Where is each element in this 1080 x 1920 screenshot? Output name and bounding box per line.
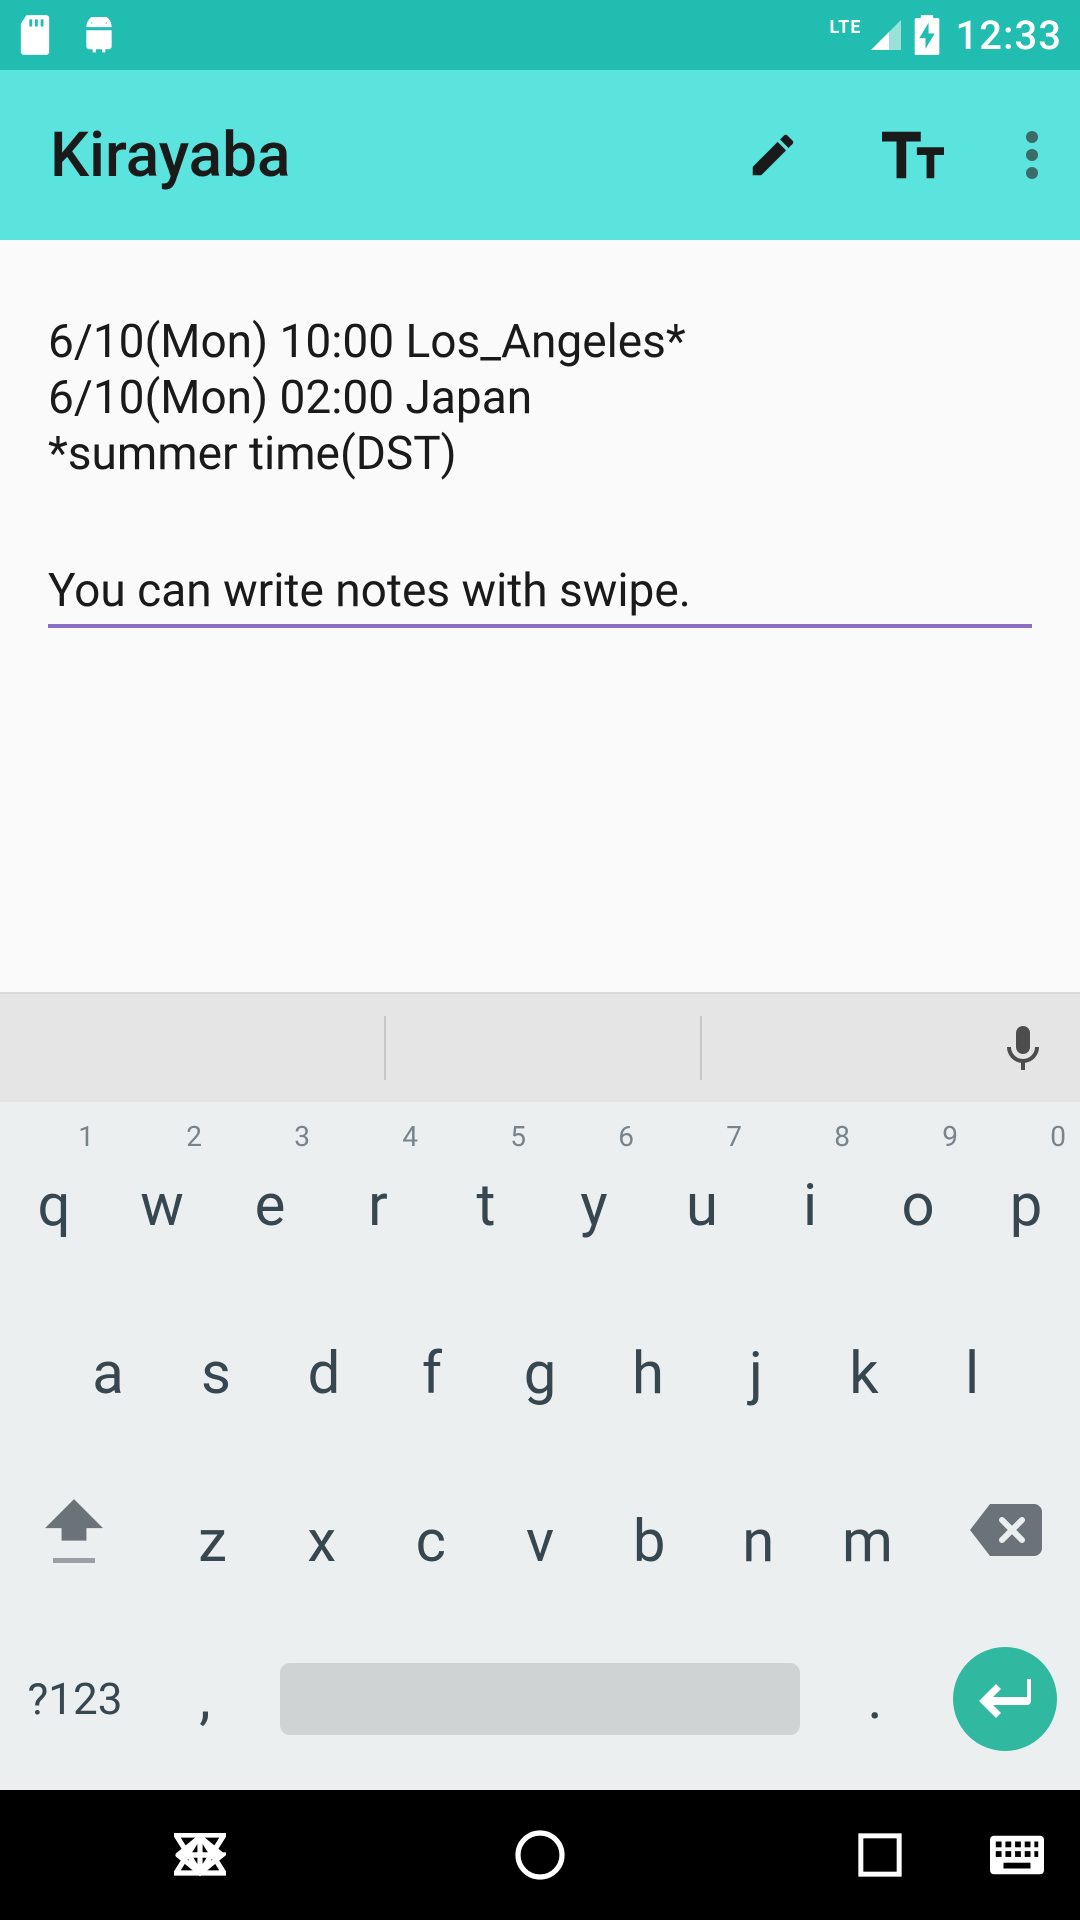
key-m[interactable]: m: [813, 1446, 922, 1614]
back-button[interactable]: [100, 1833, 300, 1877]
key-hint: 9: [942, 1120, 958, 1153]
key-hint: 6: [618, 1120, 634, 1153]
key-z[interactable]: z: [158, 1446, 267, 1614]
key-label: r: [368, 1172, 388, 1240]
android-icon: [80, 17, 118, 53]
app-bar: Kirayaba: [0, 70, 1080, 240]
status-bar: LTE 12:33: [0, 0, 1080, 70]
home-button[interactable]: [440, 1829, 640, 1881]
key-n[interactable]: n: [704, 1446, 813, 1614]
key-hint: 7: [726, 1120, 742, 1153]
key-label: h: [632, 1340, 664, 1408]
key-a[interactable]: a: [54, 1278, 162, 1446]
note-input[interactable]: [48, 564, 1032, 628]
key-label: a: [92, 1340, 124, 1408]
recent-apps-button[interactable]: [780, 1832, 980, 1878]
lte-label: LTE: [829, 17, 861, 38]
text-size-icon[interactable]: [882, 130, 944, 180]
shift-key[interactable]: [14, 1446, 134, 1614]
key-j[interactable]: j: [702, 1278, 810, 1446]
note-line: 6/10(Mon) 10:00 Los_Angeles*: [48, 314, 1032, 370]
battery-charging-icon: [914, 15, 940, 55]
note-line: 6/10(Mon) 02:00 Japan: [48, 370, 1032, 426]
key-f[interactable]: f: [378, 1278, 486, 1446]
divider: [384, 1016, 386, 1080]
key-label: m: [842, 1508, 893, 1576]
comma-key[interactable]: ,: [150, 1614, 260, 1784]
signal-icon: [868, 17, 904, 53]
key-label: w: [140, 1172, 184, 1240]
key-label: e: [255, 1172, 286, 1240]
key-label: b: [633, 1508, 666, 1576]
divider: [700, 1016, 702, 1080]
key-label: j: [749, 1340, 763, 1408]
key-o[interactable]: o9: [864, 1110, 972, 1278]
key-label: c: [416, 1508, 446, 1576]
key-b[interactable]: b: [595, 1446, 704, 1614]
backspace-key[interactable]: [946, 1446, 1066, 1614]
key-k[interactable]: k: [810, 1278, 918, 1446]
space-key[interactable]: [260, 1614, 820, 1784]
keyboard-suggestion-bar: [0, 992, 1080, 1102]
navigation-bar: [0, 1790, 1080, 1920]
note-line: *summer time(DST): [48, 426, 1032, 482]
key-q[interactable]: q1: [0, 1110, 108, 1278]
key-y[interactable]: y6: [540, 1110, 648, 1278]
key-h[interactable]: h: [594, 1278, 702, 1446]
key-r[interactable]: r4: [324, 1110, 432, 1278]
key-label: q: [38, 1172, 71, 1240]
key-g[interactable]: g: [486, 1278, 594, 1446]
key-label: y: [580, 1172, 607, 1240]
key-label: k: [849, 1340, 878, 1408]
key-label: u: [686, 1172, 718, 1240]
overflow-menu-icon[interactable]: [1026, 130, 1038, 180]
key-hint: 2: [186, 1120, 202, 1153]
key-s[interactable]: s: [162, 1278, 270, 1446]
key-t[interactable]: t5: [432, 1110, 540, 1278]
edit-icon[interactable]: [746, 128, 800, 182]
key-label: p: [1010, 1172, 1043, 1240]
suggestion-slot[interactable]: [0, 994, 360, 1102]
key-hint: 5: [510, 1120, 526, 1153]
key-x[interactable]: x: [267, 1446, 376, 1614]
app-title: Kirayaba: [50, 119, 290, 192]
key-w[interactable]: w2: [108, 1110, 216, 1278]
key-hint: 3: [294, 1120, 310, 1153]
key-label: s: [201, 1340, 231, 1408]
key-hint: 8: [834, 1120, 850, 1153]
key-label: z: [198, 1508, 227, 1576]
symbols-key[interactable]: ?123: [0, 1614, 150, 1784]
key-l[interactable]: l: [918, 1278, 1026, 1446]
key-c[interactable]: c: [376, 1446, 485, 1614]
key-v[interactable]: v: [485, 1446, 594, 1614]
key-label: l: [965, 1340, 979, 1408]
microphone-icon[interactable]: [1006, 1026, 1040, 1074]
key-e[interactable]: e3: [216, 1110, 324, 1278]
note-text: 6/10(Mon) 10:00 Los_Angeles* 6/10(Mon) 0…: [48, 314, 1032, 482]
key-label: n: [742, 1508, 774, 1576]
note-content-area: 6/10(Mon) 10:00 Los_Angeles* 6/10(Mon) 0…: [0, 240, 1080, 992]
key-hint: 4: [402, 1120, 418, 1153]
soft-keyboard: q1w2e3r4t5y6u7i8o9p0 asdfghjkl zxcvbnm ?…: [0, 1102, 1080, 1790]
key-p[interactable]: p0: [972, 1110, 1080, 1278]
sd-card-icon: [18, 15, 52, 55]
key-hint: 0: [1050, 1120, 1066, 1153]
clock-text: 12:33: [956, 12, 1062, 59]
enter-key[interactable]: [930, 1614, 1080, 1784]
key-d[interactable]: d: [270, 1278, 378, 1446]
key-u[interactable]: u7: [648, 1110, 756, 1278]
key-label: g: [524, 1340, 557, 1408]
key-label: o: [901, 1172, 934, 1240]
period-key[interactable]: .: [820, 1614, 930, 1784]
key-label: f: [422, 1340, 442, 1408]
keyboard-switcher-icon[interactable]: [990, 1835, 1044, 1875]
key-label: d: [308, 1340, 341, 1408]
key-label: i: [803, 1172, 817, 1240]
key-label: t: [477, 1172, 496, 1240]
key-i[interactable]: i8: [756, 1110, 864, 1278]
key-hint: 1: [78, 1120, 94, 1153]
key-label: v: [526, 1508, 554, 1576]
suggestion-slot[interactable]: [360, 994, 720, 1102]
key-label: x: [307, 1508, 336, 1576]
